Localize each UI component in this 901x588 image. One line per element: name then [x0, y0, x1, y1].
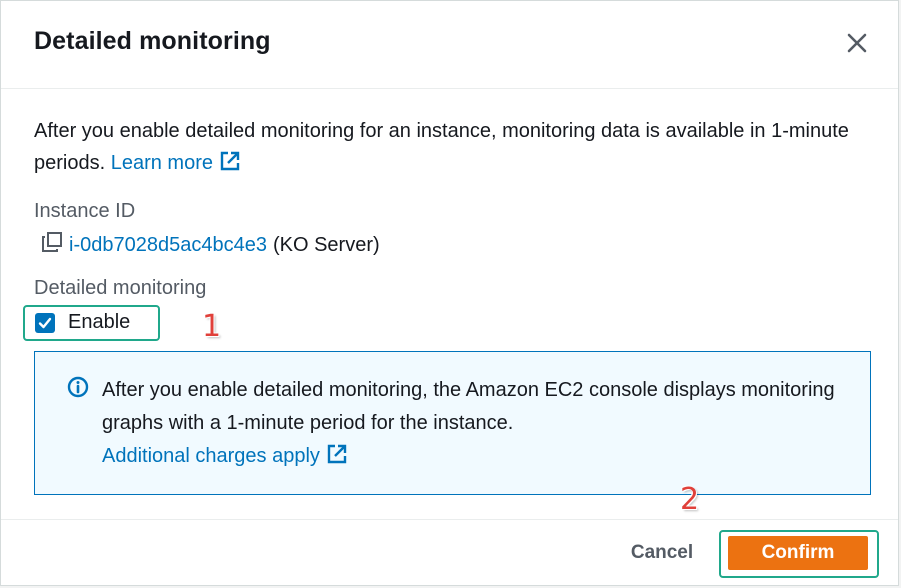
info-text-block: After you enable detailed monitoring, th… [102, 374, 842, 473]
external-link-icon [327, 444, 347, 464]
checkbox-checked-icon[interactable] [35, 312, 55, 333]
enable-checkbox[interactable]: Enable [35, 311, 130, 334]
learn-more-link[interactable]: Learn more [110, 151, 241, 174]
copy-button[interactable] [41, 231, 63, 259]
copy-icon [42, 232, 62, 252]
info-text: After you enable detailed monitoring, th… [102, 379, 835, 434]
detailed-monitoring-label: Detailed monitoring [34, 277, 207, 299]
external-link-icon [220, 151, 240, 171]
close-button[interactable] [846, 32, 868, 54]
enable-label: Enable [68, 311, 131, 333]
instance-id-row: i-0db7028d5ac4bc4e3 (KO Server) [41, 231, 380, 259]
confirm-button[interactable]: Confirm [728, 536, 868, 570]
cancel-button[interactable]: Cancel [615, 537, 709, 569]
info-alert: After you enable detailed monitoring, th… [34, 351, 871, 495]
instance-id-label: Instance ID [34, 200, 136, 222]
step-number-2: 2 [680, 482, 700, 517]
modal-title: Detailed monitoring [34, 27, 271, 55]
close-icon [847, 33, 867, 53]
info-icon [67, 376, 89, 398]
step-number-1: 1 [202, 309, 222, 344]
additional-charges-link[interactable]: Additional charges apply [102, 444, 348, 467]
learn-more-label: Learn more [110, 152, 213, 174]
detailed-monitoring-modal: Detailed monitoring After you enable det… [0, 0, 899, 586]
instance-id-link[interactable]: i-0db7028d5ac4bc4e3 [69, 234, 267, 257]
additional-charges-label: Additional charges apply [102, 445, 320, 467]
description: After you enable detailed monitoring for… [34, 115, 874, 179]
instance-name: (KO Server) [272, 233, 380, 256]
modal-header: Detailed monitoring [1, 1, 898, 89]
